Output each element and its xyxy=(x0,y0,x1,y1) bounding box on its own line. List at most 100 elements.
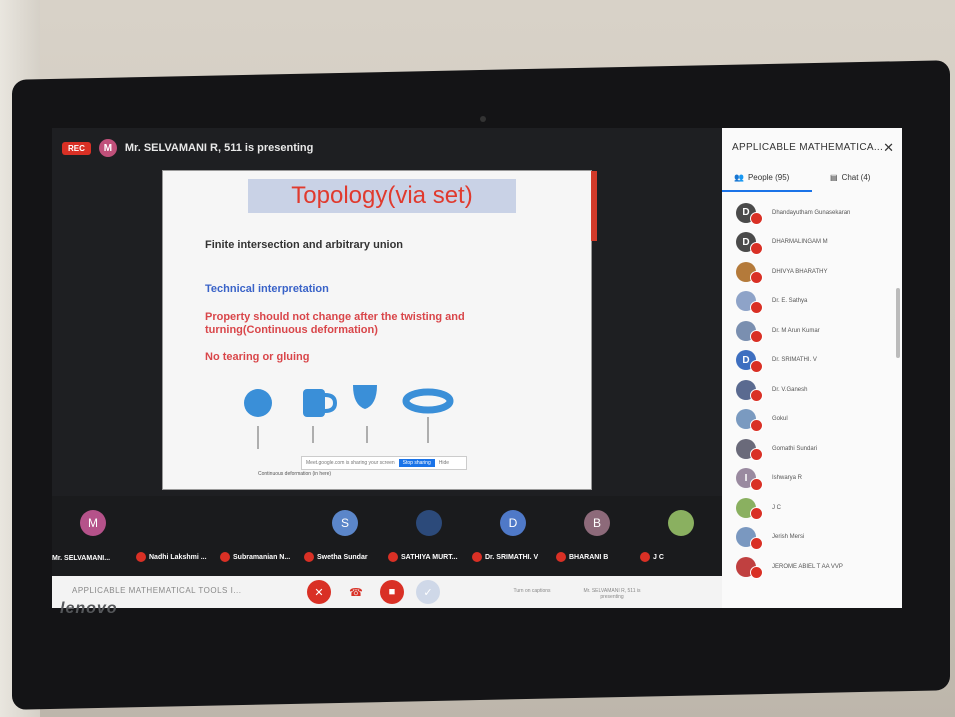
people-row[interactable]: Gomathi Sundari xyxy=(722,434,902,464)
participant-name: SATHIYA MURT... xyxy=(401,553,458,561)
slide-title: Topology(via set) xyxy=(248,179,516,213)
participant-avatar: S xyxy=(332,510,358,536)
participant-tile[interactable]: M Mr. SELVAMANI... xyxy=(52,504,136,564)
people-row[interactable]: Dr. E. Sathya xyxy=(722,287,902,317)
presenting-button[interactable]: Mr. SELVAMANI R, 511 is presenting xyxy=(577,588,647,600)
hang-up-button[interactable]: ☎ xyxy=(344,580,368,604)
people-row[interactable]: I Ishwarya R xyxy=(722,464,902,494)
person-name: Gomathi Sundari xyxy=(772,445,818,452)
mic-off-icon xyxy=(750,418,763,432)
people-row[interactable]: D DHARMALINGAM M xyxy=(722,228,902,258)
stop-sharing-button[interactable]: Stop sharing xyxy=(398,459,435,467)
people-row[interactable]: JEROME ABIEL T AA VVP xyxy=(722,552,902,582)
participant-name: Subramanian N... xyxy=(233,553,291,561)
close-icon[interactable]: ✕ xyxy=(883,140,894,156)
slide-accent xyxy=(591,171,597,241)
participant-avatar xyxy=(668,510,694,536)
person-name: DHIVYA BHARATHY xyxy=(772,268,828,275)
participant-tiles: M Mr. SELVAMANI... Nadhi Lakshmi ... Sub… xyxy=(52,496,722,576)
people-row[interactable]: Jerish Mersi xyxy=(722,523,902,553)
hide-button[interactable]: Hide xyxy=(439,460,449,466)
raise-hand-button[interactable]: ✓ xyxy=(416,580,440,604)
participant-avatar: D xyxy=(500,510,526,536)
camera-off-button[interactable]: ■ xyxy=(380,580,404,604)
top-bar: REC M Mr. SELVAMANI R, 511 is presenting xyxy=(52,128,732,168)
participant-tile[interactable]: B BHARANI B xyxy=(556,504,640,564)
meet-screen: REC M Mr. SELVAMANI R, 511 is presenting… xyxy=(52,128,902,608)
participant-name: Nadhi Lakshmi ... xyxy=(149,553,207,561)
tab-people[interactable]: 👥 People (95) xyxy=(734,173,789,182)
participant-tile[interactable]: S Swetha Sundar xyxy=(304,504,388,564)
panel-title: APPLICABLE MATHEMATICA... xyxy=(732,142,884,153)
participant-avatar: B xyxy=(584,510,610,536)
participant-name: Dr. SRIMATHI. V xyxy=(485,553,539,561)
people-icon: 👥 xyxy=(734,173,744,182)
mic-off-icon xyxy=(750,359,763,373)
people-panel: APPLICABLE MATHEMATICA... ✕ 👥 People (95)… xyxy=(722,128,902,608)
mic-off-icon xyxy=(750,212,763,225)
mic-off-icon xyxy=(220,552,230,562)
participant-avatar xyxy=(416,510,442,536)
screen-share-bar: Meet.google.com is sharing your screen S… xyxy=(301,456,467,470)
webcam xyxy=(480,116,486,122)
mic-off-icon xyxy=(640,552,650,562)
participant-name: Mr. SELVAMANI... xyxy=(52,555,111,562)
topology-shapes-illustration xyxy=(244,385,454,449)
mic-off-icon xyxy=(136,552,146,562)
chat-icon: ▤ xyxy=(830,173,838,182)
recording-badge: REC xyxy=(62,141,91,155)
slide-caption: Continuous deformation (in here) xyxy=(258,471,332,477)
person-name: Gokul xyxy=(772,416,788,423)
people-tab-label: People (95) xyxy=(747,173,790,182)
participant-tile[interactable]: SATHIYA MURT... xyxy=(388,504,472,564)
participant-tile[interactable]: D Dr. SRIMATHI. V xyxy=(472,504,556,564)
mic-off-icon xyxy=(556,552,566,562)
mic-off-button[interactable]: ✕ xyxy=(307,580,331,604)
people-row[interactable]: Gokul xyxy=(722,405,902,435)
mic-off-icon xyxy=(304,552,314,562)
shared-slide: Topology(via set) Finite intersection an… xyxy=(162,170,597,490)
mic-off-icon xyxy=(750,389,763,402)
presenting-label: Mr. SELVAMANI R, 511 is presenting xyxy=(124,142,314,154)
laptop-brand-logo: lenovo xyxy=(60,600,118,617)
mic-off-icon xyxy=(750,300,763,314)
participant-tile[interactable]: Subramanian N... xyxy=(220,504,304,564)
presenter-avatar: M xyxy=(98,139,117,157)
captions-button[interactable]: Turn on captions xyxy=(507,588,557,594)
person-name: JEROME ABIEL T AA VVP xyxy=(772,563,843,570)
people-row[interactable]: D Dr. SRIMATHI. V xyxy=(722,346,902,376)
participant-tile[interactable]: Nadhi Lakshmi ... xyxy=(136,504,220,564)
participant-tile[interactable]: J C xyxy=(640,504,724,564)
person-name: Dr. M Arun Kumar xyxy=(772,327,820,334)
participant-name: Swetha Sundar xyxy=(317,553,368,561)
mic-off-icon xyxy=(750,330,763,343)
mic-off-icon xyxy=(750,477,763,491)
slide-line-2: Technical interpretation xyxy=(205,283,329,295)
mic-off-icon xyxy=(750,448,763,461)
person-name: J C xyxy=(772,504,781,511)
meeting-title[interactable]: APPLICABLE MATHEMATICAL TOOLS I... xyxy=(72,586,242,595)
tab-chat[interactable]: ▤ Chat (4) xyxy=(830,173,870,182)
people-row[interactable]: Dr. V.Ganesh xyxy=(722,375,902,405)
people-row[interactable]: D Dhandayutham Gunasekaran xyxy=(722,198,902,228)
mic-off-icon xyxy=(750,566,763,579)
mic-off-icon xyxy=(388,552,398,562)
people-row[interactable]: DHIVYA BHARATHY xyxy=(722,257,902,287)
people-row[interactable]: J C xyxy=(722,493,902,523)
person-name: Dr. V.Ganesh xyxy=(772,386,808,393)
mic-off-icon xyxy=(472,552,482,562)
mic-off-icon xyxy=(750,536,763,550)
active-tab-indicator xyxy=(722,190,812,192)
person-name: Dhandayutham Gunasekaran xyxy=(772,209,851,216)
mic-off-icon xyxy=(750,271,763,284)
participant-avatar: M xyxy=(80,510,106,536)
people-row[interactable]: Dr. M Arun Kumar xyxy=(722,316,902,346)
person-name: Dr. SRIMATHI. V xyxy=(772,357,817,364)
person-name: Jerish Mersi xyxy=(772,534,805,541)
slide-line-3: Property should not change after the twi… xyxy=(205,311,465,336)
share-text: Meet.google.com is sharing your screen xyxy=(306,460,395,466)
participant-name: BHARANI B xyxy=(569,553,609,561)
chat-tab-label: Chat (4) xyxy=(841,173,871,182)
panel-scrollbar[interactable] xyxy=(896,288,900,358)
mic-off-icon xyxy=(750,241,763,255)
